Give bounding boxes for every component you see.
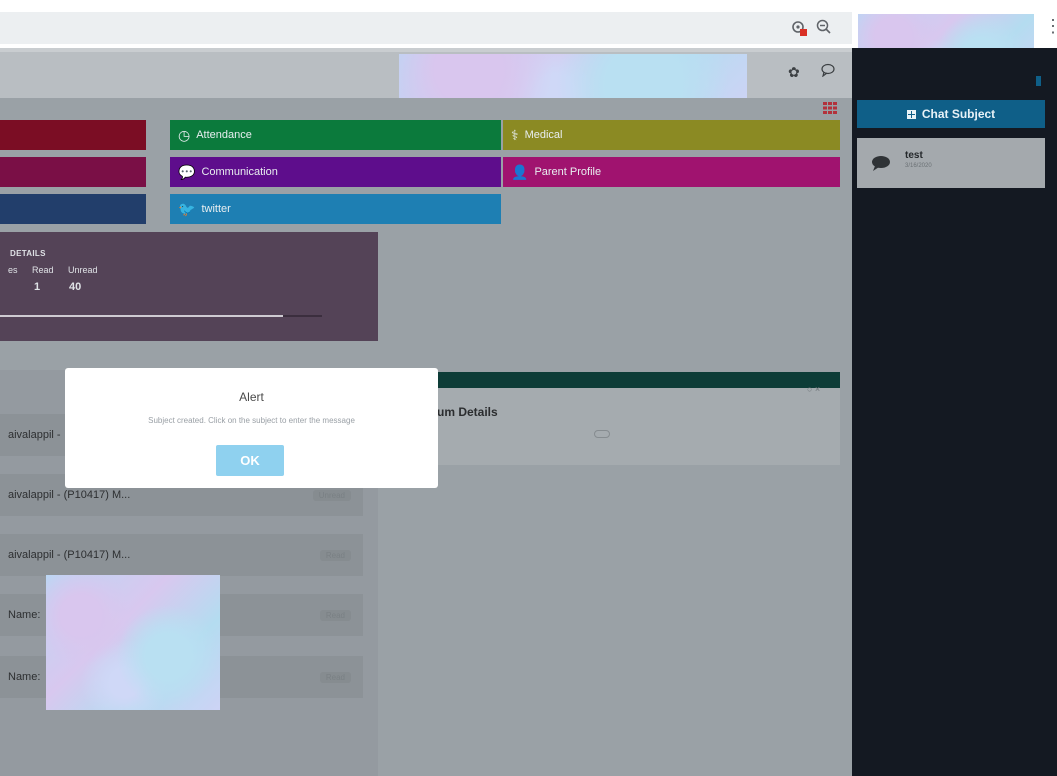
plus-square-icon xyxy=(906,109,916,119)
message-details-card: DETAILS es Read Unread 1 40 xyxy=(0,232,378,341)
list-item-text: aivalappil - xyxy=(8,429,61,441)
zoom-out-icon[interactable] xyxy=(815,18,833,40)
collapse-toggle[interactable] xyxy=(594,430,610,438)
tile-medical-label: Medical xyxy=(524,129,563,141)
tile-red[interactable] xyxy=(0,120,146,150)
user-icon: 👤 xyxy=(511,163,529,180)
grid-apps-icon[interactable] xyxy=(823,101,837,119)
curriculum-details-title: um Details xyxy=(437,405,498,419)
progress-fill xyxy=(0,315,284,317)
tile-twitter[interactable]: 🐦 twitter xyxy=(170,194,501,224)
list-item-text: Name: xyxy=(8,671,41,683)
chat-bubble-icon[interactable] xyxy=(820,63,836,80)
card-controls-icon[interactable]: ○ × xyxy=(807,384,820,394)
student-photo-redacted xyxy=(46,575,220,710)
list-item-text: aivalappil - (P10417) M... xyxy=(8,489,131,501)
read-count: 1 xyxy=(34,281,41,293)
ok-button[interactable]: OK xyxy=(216,445,284,476)
sidebar-scroll-marker xyxy=(1036,76,1041,86)
tile-magenta[interactable] xyxy=(0,157,146,187)
tile-attendance-label: Attendance xyxy=(196,129,252,141)
message-details-title: DETAILS xyxy=(10,249,46,258)
alert-dialog: Alert Subject created. Click on the subj… xyxy=(65,368,438,488)
chat-icon: 💬 xyxy=(178,163,196,180)
chat-subject-item[interactable]: test 3/16/2020 xyxy=(857,138,1045,188)
tile-medical[interactable]: ⚕ Medical xyxy=(503,120,840,150)
clock-icon: ◷ xyxy=(178,126,191,143)
tile-twitter-label: twitter xyxy=(201,203,231,215)
progress-track xyxy=(0,315,322,317)
location-blocked-icon[interactable] xyxy=(790,19,808,41)
tile-attendance[interactable]: ◷ Attendance xyxy=(170,120,501,150)
tile-parent-profile[interactable]: 👤 Parent Profile xyxy=(503,157,840,187)
status-badge: Read xyxy=(319,609,351,621)
chat-subject-label: Chat Subject xyxy=(921,107,996,121)
alert-title: Alert xyxy=(239,390,264,404)
chat-item-date: 3/16/2020 xyxy=(905,163,932,169)
column-header-unread: Unread xyxy=(68,265,98,275)
curriculum-card-header-bar xyxy=(430,372,840,388)
browser-menu-icon[interactable]: ⋮ xyxy=(1044,16,1057,37)
tile-communication[interactable]: 💬 Communication xyxy=(170,157,501,187)
address-bar[interactable] xyxy=(0,12,852,44)
tile-parent-profile-label: Parent Profile xyxy=(534,166,602,178)
alert-message: Subject created. Click on the subject to… xyxy=(148,416,355,425)
gear-icon[interactable]: ✿ xyxy=(788,64,800,81)
comment-icon xyxy=(871,155,891,176)
header-banner-redacted xyxy=(399,54,747,104)
tile-navy[interactable] xyxy=(0,194,146,224)
status-badge: Unread xyxy=(312,489,351,501)
list-item[interactable]: aivalappil - (P10417) M... Read xyxy=(0,534,363,576)
tile-communication-label: Communication xyxy=(201,166,278,178)
list-item-text: aivalappil - (P10417) M... xyxy=(8,549,131,561)
column-header-sent: es xyxy=(8,265,18,275)
twitter-icon: 🐦 xyxy=(178,200,196,217)
chat-subject-button[interactable]: Chat Subject xyxy=(857,100,1045,128)
column-header-read: Read xyxy=(32,265,54,275)
stethoscope-icon: ⚕ xyxy=(511,126,519,143)
status-badge: Read xyxy=(319,549,351,561)
status-badge: Read xyxy=(319,671,351,683)
list-item-text: Name: xyxy=(8,609,41,621)
unread-count: 40 xyxy=(69,281,82,293)
chat-item-title: test xyxy=(905,150,923,161)
